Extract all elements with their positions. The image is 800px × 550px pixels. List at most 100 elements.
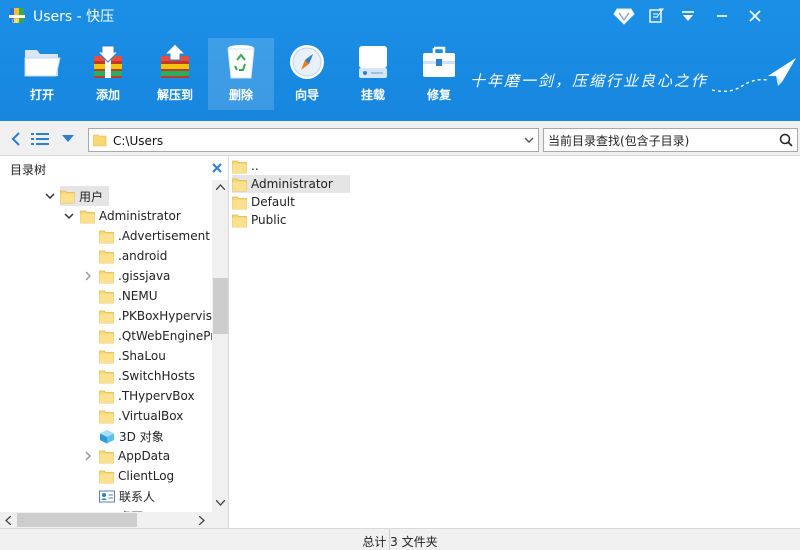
minimize-button[interactable] (709, 4, 735, 28)
folder-icon (99, 270, 114, 283)
tree-item-label: .NEMU (118, 289, 158, 303)
toolbar-wizard-button[interactable]: 向导 (274, 38, 340, 110)
folder-icon (60, 190, 75, 203)
file-list-item[interactable]: Default (232, 193, 350, 211)
diamond-skin-icon[interactable] (611, 4, 637, 28)
app-logo-icon: DP (9, 8, 25, 24)
scroll-right-icon[interactable] (199, 516, 205, 525)
toolbar-open-button[interactable]: 打开 (9, 38, 75, 110)
tree-vertical-scrollbar[interactable] (212, 180, 228, 512)
address-path: C:\Users (113, 134, 164, 148)
compass-icon (290, 45, 324, 79)
drive-mount-icon (359, 46, 387, 78)
tree-item-label: AppData (118, 449, 171, 463)
window-title: Users - 快压 (33, 9, 115, 25)
toolbar-add-button[interactable]: 添加 (75, 38, 141, 110)
folder-icon (99, 350, 114, 363)
list-view-icon (31, 133, 49, 145)
tree-item[interactable]: .SwitchHosts (0, 366, 212, 386)
scroll-thumb[interactable] (213, 278, 228, 334)
tree-item-content: 用户 (60, 186, 110, 206)
view-list-button[interactable] (30, 129, 50, 149)
search-icon[interactable] (779, 133, 793, 147)
file-list-item[interactable]: .. (232, 157, 350, 175)
scroll-left-icon[interactable] (5, 516, 11, 525)
toolbar-open-label: 打开 (29, 88, 54, 102)
tree-item-content: .SwitchHosts (99, 366, 201, 386)
tree-item-label: .gissjava (118, 269, 171, 283)
chevron-down-icon[interactable] (44, 190, 56, 202)
tree-item-content: .NEMU (99, 286, 164, 306)
toolbar-delete-button[interactable]: 删除 (208, 38, 274, 110)
chevron-right-icon[interactable] (82, 270, 94, 282)
tree-item-label: Administrator (99, 209, 181, 223)
folder-icon (99, 450, 114, 463)
recycle-bin-icon (227, 45, 255, 79)
tree-item[interactable]: .NEMU (0, 286, 212, 306)
add-archive-icon (94, 45, 122, 78)
horizontal-scroll-thumb[interactable] (17, 513, 137, 527)
menu-dropdown-icon[interactable] (675, 4, 701, 28)
address-bar[interactable]: C:\Users (88, 128, 539, 152)
tree-item-content: Administrator (80, 206, 187, 226)
view-options-dropdown[interactable] (58, 129, 78, 149)
tree-item-content: .VirtualBox (99, 406, 189, 426)
tree-item-content: .ShaLou (99, 346, 172, 366)
edit-feedback-icon[interactable] (643, 4, 669, 28)
triangle-down-icon (62, 135, 74, 142)
toolbar-extract-button[interactable]: 解压到 (142, 38, 208, 110)
tree-item-content: .Advertisement (99, 226, 216, 246)
tree-item[interactable]: 联系人 (0, 486, 212, 506)
toolbar-mount-button[interactable]: 挂载 (340, 38, 406, 110)
folder-icon (232, 196, 247, 209)
tree-item[interactable]: .android (0, 246, 212, 266)
file-list-item[interactable]: Administrator (232, 175, 350, 193)
tree-item[interactable]: .QtWebEngineProcess (0, 326, 228, 346)
tree-item[interactable]: .gissjava (0, 266, 212, 286)
tree-item[interactable]: .THypervBox (0, 386, 212, 406)
tree-item-label: .SwitchHosts (118, 369, 196, 383)
close-tree-icon[interactable] (210, 161, 224, 175)
tree-item[interactable]: .PKBoxHypervisor (0, 306, 224, 326)
search-box[interactable] (543, 128, 798, 152)
folder-icon (99, 390, 114, 403)
tree-item[interactable]: ClientLog (0, 466, 212, 486)
chevron-down-icon[interactable] (524, 135, 534, 145)
scroll-down-icon[interactable] (216, 500, 225, 506)
file-name: Default (251, 195, 295, 209)
close-button[interactable] (742, 4, 768, 28)
chevron-down-icon[interactable] (63, 210, 75, 222)
tree-horizontal-scrollbar[interactable] (0, 512, 212, 528)
toolbar-repair-button[interactable]: 修复 (406, 38, 472, 110)
status-bar: 总计 3 文件夹 (0, 528, 800, 550)
back-button[interactable] (6, 129, 26, 149)
tree-item-label: .THypervBox (118, 389, 195, 403)
folder-icon (99, 230, 114, 243)
folder-icon (232, 214, 247, 227)
minimize-icon (717, 15, 727, 17)
directory-tree-panel: 目录树 用户 Administrator .Advertisement .androi… (0, 156, 229, 528)
chevron-left-icon (11, 132, 20, 146)
chevron-right-icon[interactable] (82, 450, 94, 462)
tree-item-content: 3D 对象 (99, 426, 170, 446)
search-input[interactable] (548, 133, 773, 148)
tree-title: 目录树 (10, 163, 47, 177)
tree-item[interactable]: .Advertisement (0, 226, 212, 246)
svg-text:DP: DP (12, 19, 19, 24)
tree-item[interactable]: .VirtualBox (0, 406, 212, 426)
tree-item-content: .PKBoxHypervisor (99, 306, 228, 326)
tree-item[interactable]: 3D 对象 (0, 426, 212, 446)
toolbar-extract-label: 解压到 (156, 88, 193, 102)
toolbox-repair-icon (423, 46, 455, 77)
tree-header: 目录树 (0, 156, 228, 180)
scrollbar-corner (212, 512, 228, 528)
toolbar-mount-label: 挂载 (360, 88, 385, 102)
tree-item[interactable]: Administrator (0, 206, 212, 226)
file-list-item[interactable]: Public (232, 211, 350, 229)
tree-item[interactable]: 用户 (0, 186, 212, 206)
tree-item-content: AppData (99, 446, 176, 466)
scroll-up-icon[interactable] (216, 184, 225, 190)
close-icon (749, 10, 761, 22)
tree-item[interactable]: AppData (0, 446, 212, 466)
tree-item[interactable]: .ShaLou (0, 346, 212, 366)
